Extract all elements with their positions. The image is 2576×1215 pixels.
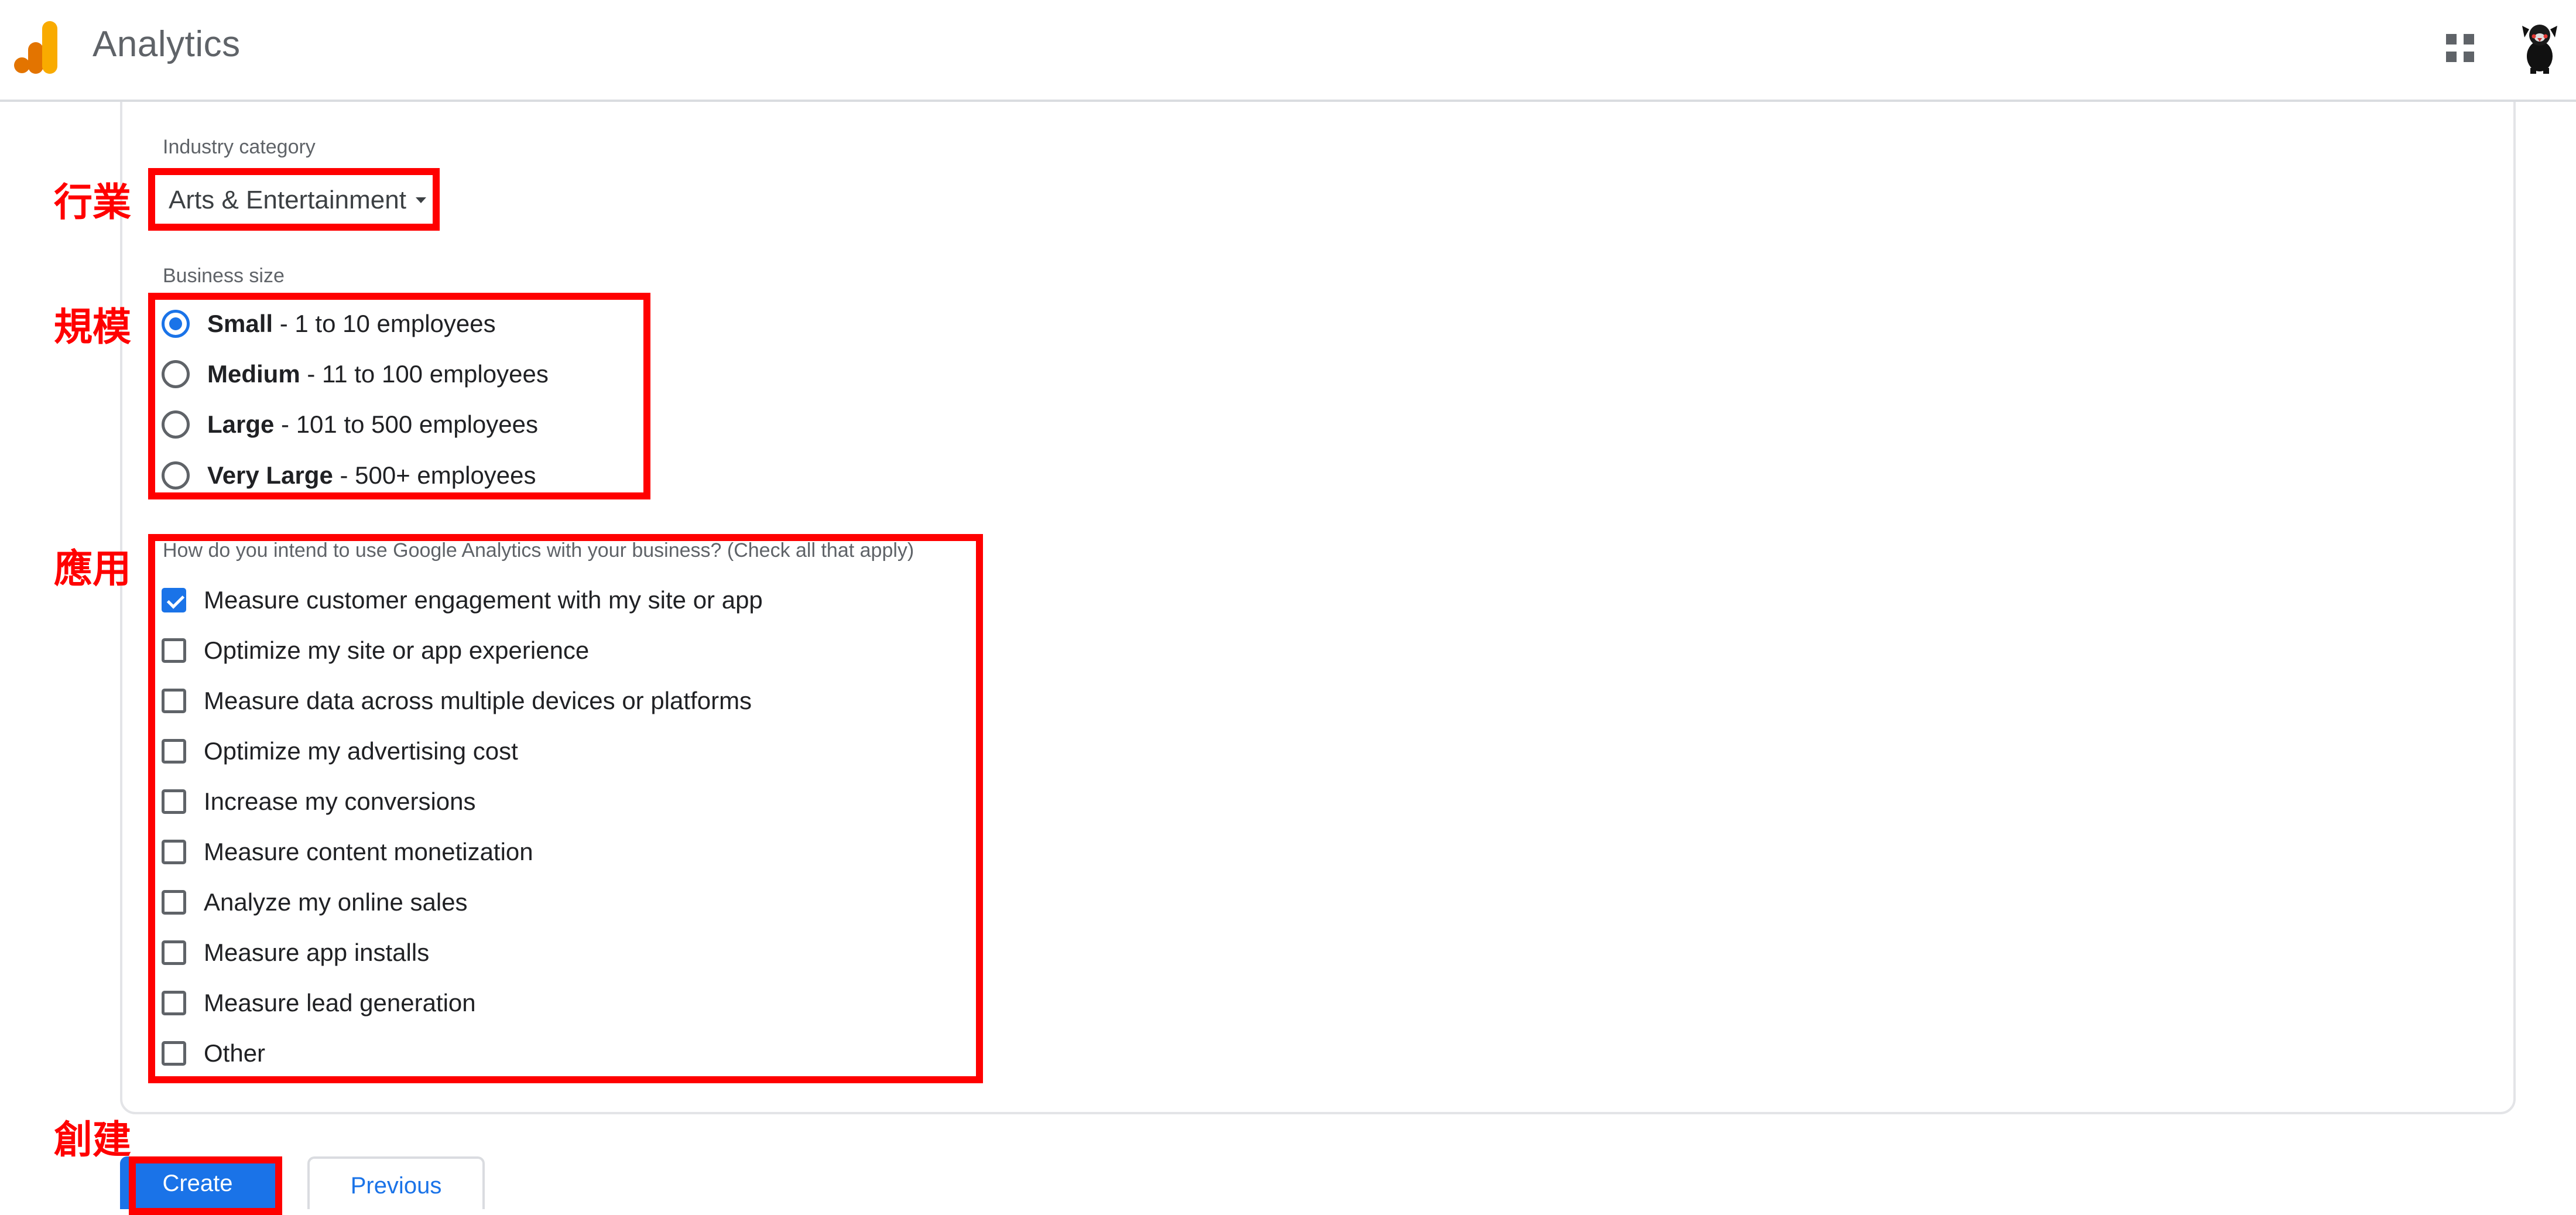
business-size-option-medium[interactable]: Medium - 11 to 100 employees (162, 354, 549, 395)
size-name: Small (207, 310, 273, 337)
size-detail: - 101 to 500 employees (274, 410, 538, 438)
size-name: Medium (207, 360, 300, 388)
usage-option[interactable]: Analyze my online sales (162, 882, 468, 923)
checkbox-unchecked-icon[interactable] (162, 840, 186, 864)
grid-square (2446, 34, 2457, 45)
size-detail: - 500+ employees (333, 461, 536, 489)
usage-question-label: How do you intend to use Google Analytic… (163, 539, 914, 562)
grid-square (2446, 52, 2457, 62)
usage-option[interactable]: Optimize my site or app experience (162, 630, 589, 671)
annotation-label-size: 規模 (54, 304, 131, 350)
checkbox-unchecked-icon[interactable] (162, 1041, 186, 1066)
business-size-label: Business size (163, 265, 285, 287)
logo-bar-short (28, 42, 43, 74)
size-detail: - 1 to 10 employees (273, 310, 496, 337)
usage-option[interactable]: Other (162, 1033, 265, 1074)
usage-option-label: Measure content monetization (204, 838, 533, 865)
annotation-label-create: 創建 (54, 1117, 131, 1162)
previous-button-label: Previous (350, 1173, 442, 1199)
usage-option-label: Optimize my advertising cost (204, 737, 518, 765)
app-header: Analytics (0, 0, 2576, 102)
usage-option[interactable]: Measure lead generation (162, 983, 476, 1024)
industry-category-dropdown[interactable]: Arts & Entertainment (169, 183, 426, 218)
business-size-option-very-large[interactable]: Very Large - 500+ employees (162, 455, 536, 496)
radio-label: Large - 101 to 500 employees (207, 410, 538, 439)
usage-option-label: Measure lead generation (204, 989, 476, 1017)
usage-option[interactable]: Measure app installs (162, 932, 429, 973)
checkbox-unchecked-icon[interactable] (162, 991, 186, 1015)
radio-label: Small - 1 to 10 employees (207, 310, 496, 338)
previous-button[interactable]: Previous (307, 1156, 485, 1209)
usage-option[interactable]: Measure data across multiple devices or … (162, 680, 752, 721)
checkbox-unchecked-icon[interactable] (162, 739, 186, 764)
usage-option[interactable]: Measure content monetization (162, 831, 533, 872)
create-button-label: Create (162, 1170, 233, 1196)
industry-category-label: Industry category (163, 136, 316, 158)
annotation-label-usage: 應用 (54, 546, 131, 591)
usage-option[interactable]: Increase my conversions (162, 781, 476, 822)
business-size-option-small[interactable]: Small - 1 to 10 employees (162, 303, 496, 344)
bear-avatar-icon (2522, 25, 2557, 74)
checkbox-unchecked-icon[interactable] (162, 638, 186, 663)
size-name: Very Large (207, 461, 333, 489)
checkbox-unchecked-icon[interactable] (162, 689, 186, 713)
business-size-option-large[interactable]: Large - 101 to 500 employees (162, 404, 538, 445)
checkbox-unchecked-icon[interactable] (162, 789, 186, 814)
caret-down-icon (415, 197, 426, 203)
usage-option[interactable]: Measure customer engagement with my site… (162, 580, 763, 621)
radio-unchecked-icon[interactable] (162, 410, 190, 439)
checkbox-unchecked-icon[interactable] (162, 940, 186, 965)
usage-option-label: Optimize my site or app experience (204, 636, 590, 664)
app-title[interactable]: Analytics (93, 23, 241, 65)
user-avatar[interactable] (2521, 21, 2558, 74)
grid-square (2464, 52, 2474, 62)
radio-checked-icon[interactable] (162, 310, 190, 338)
usage-option[interactable]: Optimize my advertising cost (162, 731, 518, 772)
usage-option-label: Increase my conversions (204, 788, 476, 815)
size-name: Large (207, 410, 275, 438)
industry-selected-value: Arts & Entertainment (169, 186, 406, 214)
radio-label: Medium - 11 to 100 employees (207, 360, 549, 388)
apps-grid-icon[interactable] (2446, 34, 2474, 62)
logo-bar-tall (42, 21, 57, 74)
radio-label: Very Large - 500+ employees (207, 461, 536, 490)
usage-option-label: Measure data across multiple devices or … (204, 687, 752, 714)
usage-option-label: Measure customer engagement with my site… (204, 586, 763, 614)
radio-unchecked-icon[interactable] (162, 461, 190, 490)
logo-dot (14, 57, 30, 73)
grid-square (2464, 34, 2474, 45)
checkbox-checked-icon[interactable] (162, 588, 186, 612)
radio-unchecked-icon[interactable] (162, 360, 190, 388)
size-detail: - 11 to 100 employees (300, 360, 549, 388)
usage-option-label: Other (204, 1039, 266, 1067)
annotation-label-industry: 行業 (54, 180, 131, 225)
usage-option-label: Analyze my online sales (204, 888, 468, 916)
usage-option-label: Measure app installs (204, 939, 430, 966)
checkbox-unchecked-icon[interactable] (162, 890, 186, 915)
create-button[interactable]: Create (120, 1156, 275, 1209)
analytics-logo-icon[interactable] (14, 21, 61, 74)
